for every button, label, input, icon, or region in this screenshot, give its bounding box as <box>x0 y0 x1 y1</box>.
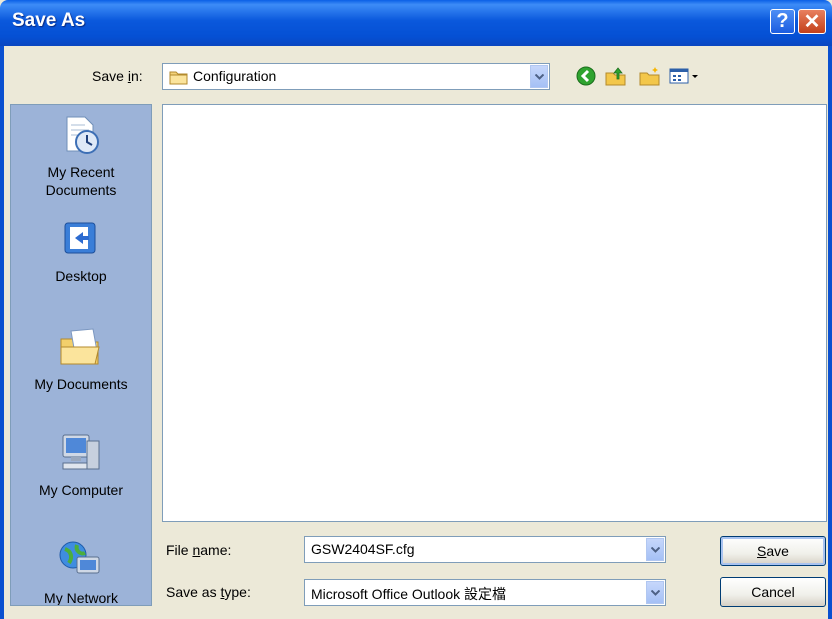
place-my-recent-documents[interactable]: My Recent Documents <box>11 113 151 199</box>
place-label: My Documents <box>34 376 128 392</box>
place-label-line1: My Recent <box>47 164 115 180</box>
save-in-label: Save in: <box>92 68 143 84</box>
file-name-label: File name: <box>166 542 232 558</box>
place-label: My Network <box>44 590 118 606</box>
back-icon[interactable] <box>574 64 598 88</box>
place-label: Desktop <box>55 268 107 284</box>
chevron-down-icon[interactable] <box>646 538 664 561</box>
save-button[interactable]: Save <box>720 536 826 566</box>
window-frame-right <box>828 46 832 619</box>
close-icon[interactable]: ✕ <box>798 9 826 34</box>
place-my-computer[interactable]: My Computer <box>11 431 151 499</box>
desktop-icon <box>11 217 151 265</box>
title-bar: Save As ? ✕ <box>0 0 832 46</box>
recent-documents-icon <box>11 113 151 161</box>
views-menu-icon[interactable] <box>668 64 702 88</box>
save-as-type-value: Microsoft Office Outlook 設定檔 <box>311 586 507 602</box>
place-label: My Computer <box>38 482 124 498</box>
help-icon[interactable]: ? <box>770 9 795 34</box>
place-desktop[interactable]: Desktop <box>11 217 151 285</box>
window-title: Save As <box>12 10 86 31</box>
my-network-icon <box>11 539 151 587</box>
save-as-type-dropdown[interactable]: Microsoft Office Outlook 設定檔 <box>304 579 666 606</box>
file-list[interactable] <box>162 104 827 522</box>
file-name-field[interactable]: GSW2404SF.cfg <box>304 536 666 563</box>
new-folder-icon[interactable] <box>638 64 662 88</box>
up-folder-icon[interactable] <box>604 64 628 88</box>
place-my-network[interactable]: My Network <box>11 539 151 606</box>
chevron-down-icon[interactable] <box>646 581 664 604</box>
places-bar: My Recent Documents Desktop My Documents… <box>10 104 152 606</box>
save-in-value: Configuration <box>193 68 277 84</box>
cancel-button[interactable]: Cancel <box>720 577 826 607</box>
file-name-value: GSW2404SF.cfg <box>311 541 415 557</box>
my-documents-icon <box>11 325 151 373</box>
save-in-dropdown[interactable]: Configuration <box>162 63 550 90</box>
folder-icon <box>169 69 189 88</box>
place-label-line2: Documents <box>45 182 117 198</box>
window-frame-left <box>0 46 4 619</box>
my-computer-icon <box>11 431 151 479</box>
chevron-down-icon[interactable] <box>530 65 548 88</box>
save-as-type-label: Save as type: <box>166 584 251 600</box>
place-my-documents[interactable]: My Documents <box>11 325 151 393</box>
